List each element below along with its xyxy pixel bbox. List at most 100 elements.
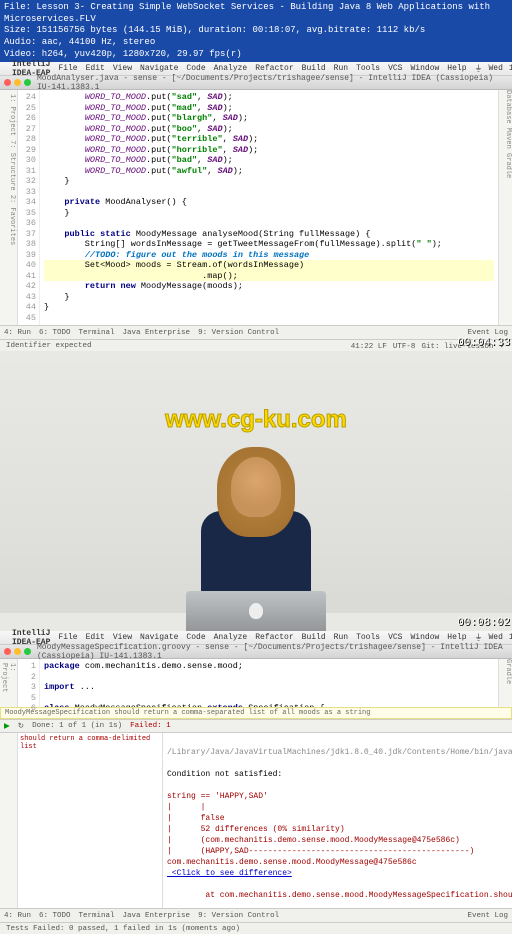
- run-icon[interactable]: ▶: [4, 721, 10, 731]
- menu-help[interactable]: Help: [447, 633, 466, 642]
- bottom-ide-segment: IntelliJ IDEA-EAP File Edit View Navigat…: [0, 631, 512, 934]
- presenter-video: www.cg-ku.com 00:08:02: [0, 351, 512, 631]
- menu-navigate[interactable]: Navigate: [140, 633, 178, 642]
- minimize-icon[interactable]: [14, 648, 21, 655]
- err-l4: | 52 differences (0% similarity): [167, 825, 345, 834]
- tool-terminal[interactable]: Terminal: [79, 329, 115, 337]
- menu-window[interactable]: Window: [410, 64, 439, 73]
- menu-navigate[interactable]: Navigate: [140, 64, 178, 73]
- right-gutter[interactable]: Gradle: [498, 659, 512, 707]
- tool-todo[interactable]: 6: TODO: [39, 912, 71, 920]
- media-video: Video: h264, yuv420p, 1280x720, 29.97 fp…: [4, 49, 508, 61]
- test-done: Done: 1 of 1 (in 1s): [32, 722, 122, 730]
- tool-vcs[interactable]: 9: Version Control: [198, 912, 279, 920]
- status-bar-bottom: Tests Failed: 0 passed, 1 failed in 1s (…: [0, 922, 512, 934]
- err-l2: | |: [167, 803, 205, 812]
- rerun-icon[interactable]: ↻: [18, 721, 24, 731]
- menubar-day: Wed: [489, 64, 503, 73]
- tool-run[interactable]: 4: Run: [4, 912, 31, 920]
- failed-test-node[interactable]: should return a comma-delimited list: [20, 735, 160, 751]
- test-tree-gutter[interactable]: [0, 733, 18, 908]
- media-size: Size: 151156756 bytes (144.15 MiB), dura…: [4, 25, 508, 37]
- menu-code[interactable]: Code: [186, 633, 205, 642]
- presenter-head: [231, 457, 281, 517]
- tool-javaee[interactable]: Java Enterprise: [123, 329, 191, 337]
- menu-refactor[interactable]: Refactor: [255, 64, 293, 73]
- err-l7: com.mechanitis.demo.sense.mood.MoodyMess…: [167, 858, 417, 867]
- menu-tools[interactable]: Tools: [356, 633, 380, 642]
- media-file: File: Lesson 3- Creating Simple WebSocke…: [4, 2, 508, 25]
- notification-text: MoodyMessageSpecification should return …: [5, 709, 370, 717]
- status-message: Identifier expected: [6, 342, 92, 350]
- timecode-top: 00:04:33: [457, 337, 510, 349]
- err-l6: | (HAPPY,SAD----------------------------…: [167, 847, 474, 856]
- window-title: MoodyMessageSpecification.groovy - sense…: [37, 643, 508, 661]
- left-gutter[interactable]: 1: Project 7: Structure 2: Favorites: [0, 90, 18, 325]
- menu-help[interactable]: Help: [447, 64, 466, 73]
- laptop: [186, 591, 326, 631]
- menu-refactor[interactable]: Refactor: [255, 633, 293, 642]
- tool-eventlog[interactable]: Event Log: [467, 329, 508, 337]
- code-editor[interactable]: WORD_TO_MOOD.put("sad", SAD); WORD_TO_MO…: [40, 90, 498, 325]
- presenter-figure: [201, 457, 311, 591]
- err-l3: | false: [167, 814, 225, 823]
- right-gutter[interactable]: Database Maven Gradle: [498, 90, 512, 325]
- window-title: MoodAnalyser.java - sense - [~/Documents…: [37, 74, 508, 92]
- tool-window-bar: 4: Run 6: TODO Terminal Java Enterprise …: [0, 325, 512, 339]
- close-icon[interactable]: [4, 648, 11, 655]
- java-cmd: /Library/Java/JavaVirtualMachines/jdk1.8…: [167, 748, 512, 757]
- menu-view[interactable]: View: [113, 64, 132, 73]
- menu-edit[interactable]: Edit: [86, 64, 105, 73]
- tool-vcs[interactable]: 9: Version Control: [198, 329, 279, 337]
- menu-edit[interactable]: Edit: [86, 633, 105, 642]
- diff-link[interactable]: <Click to see difference>: [167, 869, 292, 878]
- menu-vcs[interactable]: VCS: [388, 64, 402, 73]
- minimize-icon[interactable]: [14, 79, 21, 86]
- cond-header: Condition not satisfied:: [167, 770, 282, 779]
- tool-todo[interactable]: 6: TODO: [39, 329, 71, 337]
- test-failed: Failed: 1: [130, 722, 171, 730]
- test-results-panel: should return a comma-delimited list /Li…: [0, 733, 512, 908]
- wifi-icon[interactable]: ⏚: [475, 63, 483, 74]
- status-bar-top: Identifier expected 41:22 LF UTF-8 Git: …: [0, 339, 512, 351]
- test-console-output[interactable]: /Library/Java/JavaVirtualMachines/jdk1.8…: [163, 733, 512, 908]
- close-icon[interactable]: [4, 79, 11, 86]
- maximize-icon[interactable]: [24, 648, 31, 655]
- line-number-gutter: 2425262728293031323334353637383940414243…: [18, 90, 40, 325]
- top-ide-segment: IntelliJ IDEA-EAP File Edit View Navigat…: [0, 62, 512, 351]
- menu-file[interactable]: File: [58, 64, 77, 73]
- maximize-icon[interactable]: [24, 79, 31, 86]
- tool-javaee[interactable]: Java Enterprise: [123, 912, 191, 920]
- menu-tools[interactable]: Tools: [356, 64, 380, 73]
- err-l1: string == 'HAPPY,SAD': [167, 792, 268, 801]
- wifi-icon[interactable]: ⏚: [475, 632, 483, 643]
- notification-banner[interactable]: MoodyMessageSpecification should return …: [0, 707, 512, 719]
- menu-code[interactable]: Code: [186, 64, 205, 73]
- status-message: Tests Failed: 0 passed, 1 failed in 1s (…: [6, 925, 240, 933]
- err-l5: | (com.mechanitis.demo.sense.mood.MoodyM…: [167, 836, 460, 845]
- editor-bottom: 1: Project 12356 package com.mechanitis.…: [0, 659, 512, 707]
- test-runner-toolbar: ▶ ↻ Done: 1 of 1 (in 1s) Failed: 1: [0, 719, 512, 733]
- window-titlebar-bottom: MoodyMessageSpecification.groovy - sense…: [0, 645, 512, 659]
- menu-analyze[interactable]: Analyze: [214, 633, 248, 642]
- tool-terminal[interactable]: Terminal: [79, 912, 115, 920]
- tool-run[interactable]: 4: Run: [4, 329, 31, 337]
- left-gutter[interactable]: 1: Project: [0, 659, 18, 707]
- menu-file[interactable]: File: [58, 633, 77, 642]
- menu-build[interactable]: Build: [302, 633, 326, 642]
- menu-build[interactable]: Build: [302, 64, 326, 73]
- apple-logo-icon: [249, 603, 263, 619]
- menu-vcs[interactable]: VCS: [388, 633, 402, 642]
- menu-run[interactable]: Run: [334, 633, 348, 642]
- test-tree[interactable]: should return a comma-delimited list: [18, 733, 163, 908]
- menu-window[interactable]: Window: [410, 633, 439, 642]
- stack-at: at com.mechanitis.demo.sense.mood.MoodyM…: [167, 891, 512, 900]
- menu-run[interactable]: Run: [334, 64, 348, 73]
- code-editor[interactable]: package com.mechanitis.demo.sense.mood;i…: [40, 659, 498, 707]
- media-audio: Audio: aac, 44100 Hz, stereo: [4, 37, 508, 49]
- menu-analyze[interactable]: Analyze: [214, 64, 248, 73]
- tool-eventlog[interactable]: Event Log: [467, 912, 508, 920]
- menubar-day: Wed: [489, 633, 503, 642]
- menu-view[interactable]: View: [113, 633, 132, 642]
- window-titlebar-top: MoodAnalyser.java - sense - [~/Documents…: [0, 76, 512, 90]
